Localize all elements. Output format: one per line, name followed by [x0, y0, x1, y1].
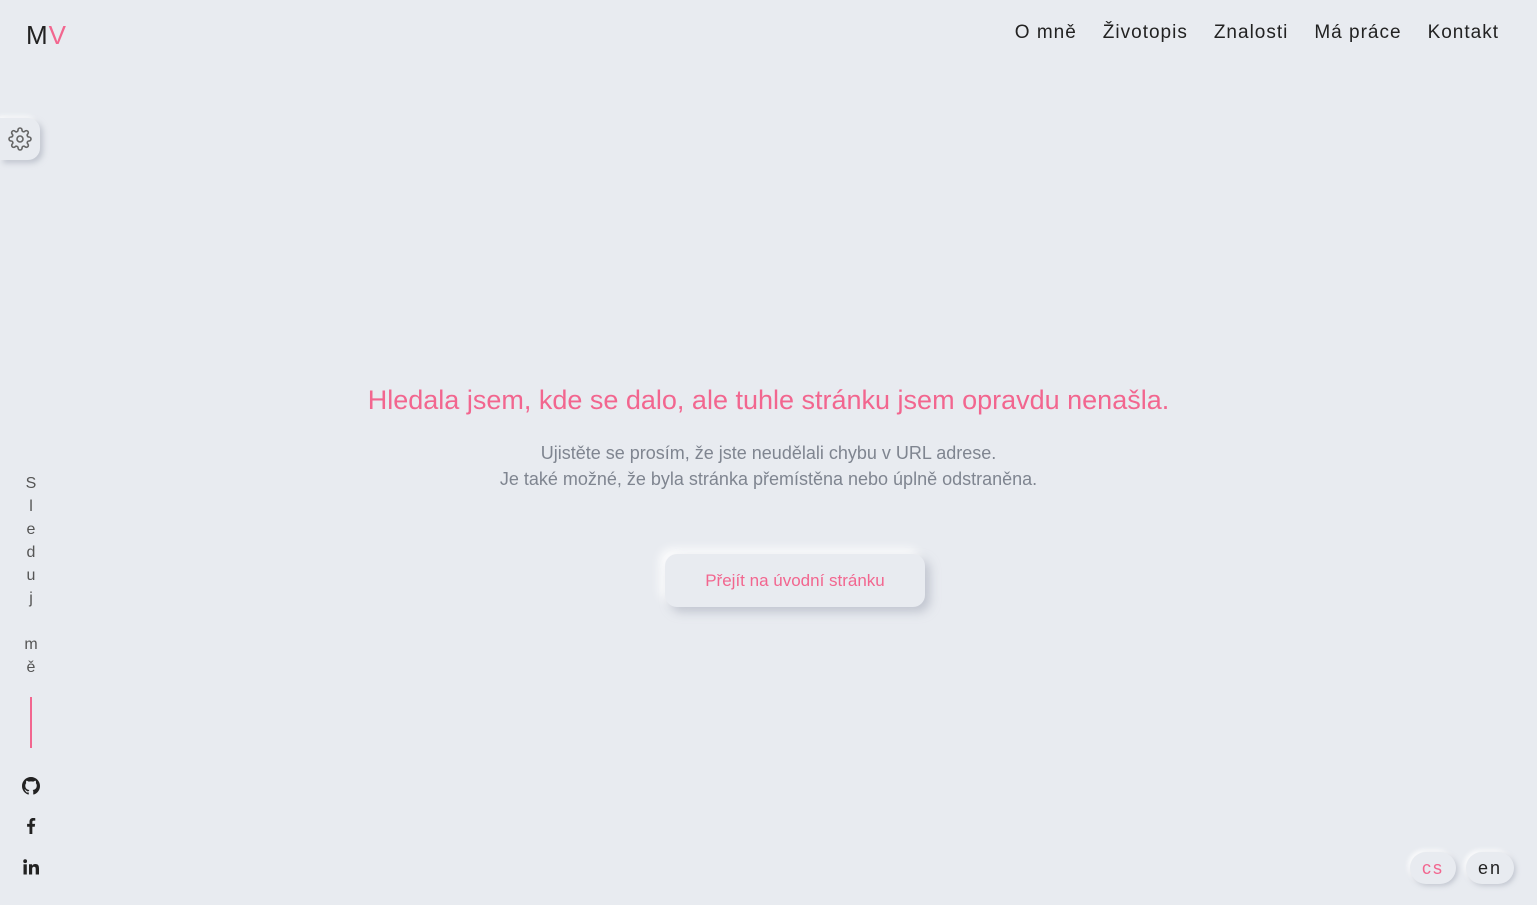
linkedin-link[interactable] [21, 857, 41, 877]
nav-item-skills[interactable]: Znalosti [1214, 22, 1289, 44]
logo-letter-v: V [48, 20, 68, 50]
error-message-line-1: Ujistěte se prosím, že jste neudělali ch… [540, 443, 997, 463]
follow-letter: d [26, 544, 36, 561]
settings-button[interactable] [0, 118, 40, 160]
logo-letter-m: M [26, 20, 49, 50]
nav-item-work[interactable]: Má práce [1314, 22, 1401, 44]
nav-item-about[interactable]: O mně [1015, 22, 1077, 44]
follow-letter: m [24, 636, 38, 653]
logo[interactable]: MV [26, 20, 67, 51]
follow-letter: l [29, 498, 33, 515]
nav-item-contact[interactable]: Kontakt [1428, 22, 1499, 44]
gear-icon [8, 127, 32, 151]
facebook-link[interactable] [21, 816, 41, 836]
go-home-button[interactable]: Přejít na úvodní stránku [665, 554, 925, 607]
nav-item-cv[interactable]: Životopis [1103, 22, 1188, 44]
error-message-line-2: Je také možné, že byla stránka přemístěn… [499, 469, 1038, 489]
github-link[interactable] [21, 776, 41, 796]
github-icon [22, 777, 40, 795]
follow-letter: u [26, 567, 36, 584]
error-title: Hledala jsem, kde se dalo, ale tuhle str… [367, 385, 1170, 415]
facebook-icon [27, 818, 36, 834]
language-cs-button[interactable]: cs [1410, 852, 1456, 884]
follow-letter: j [29, 590, 33, 607]
linkedin-icon [23, 859, 39, 875]
language-en-button[interactable]: en [1466, 852, 1514, 884]
follow-letter: e [26, 521, 36, 538]
main-nav: O mně Životopis Znalosti Má práce Kontak… [1015, 22, 1499, 44]
follow-divider-line [30, 697, 32, 748]
follow-letter: ě [26, 659, 36, 676]
follow-me-vertical-text: S l e d u j m ě [22, 472, 40, 679]
